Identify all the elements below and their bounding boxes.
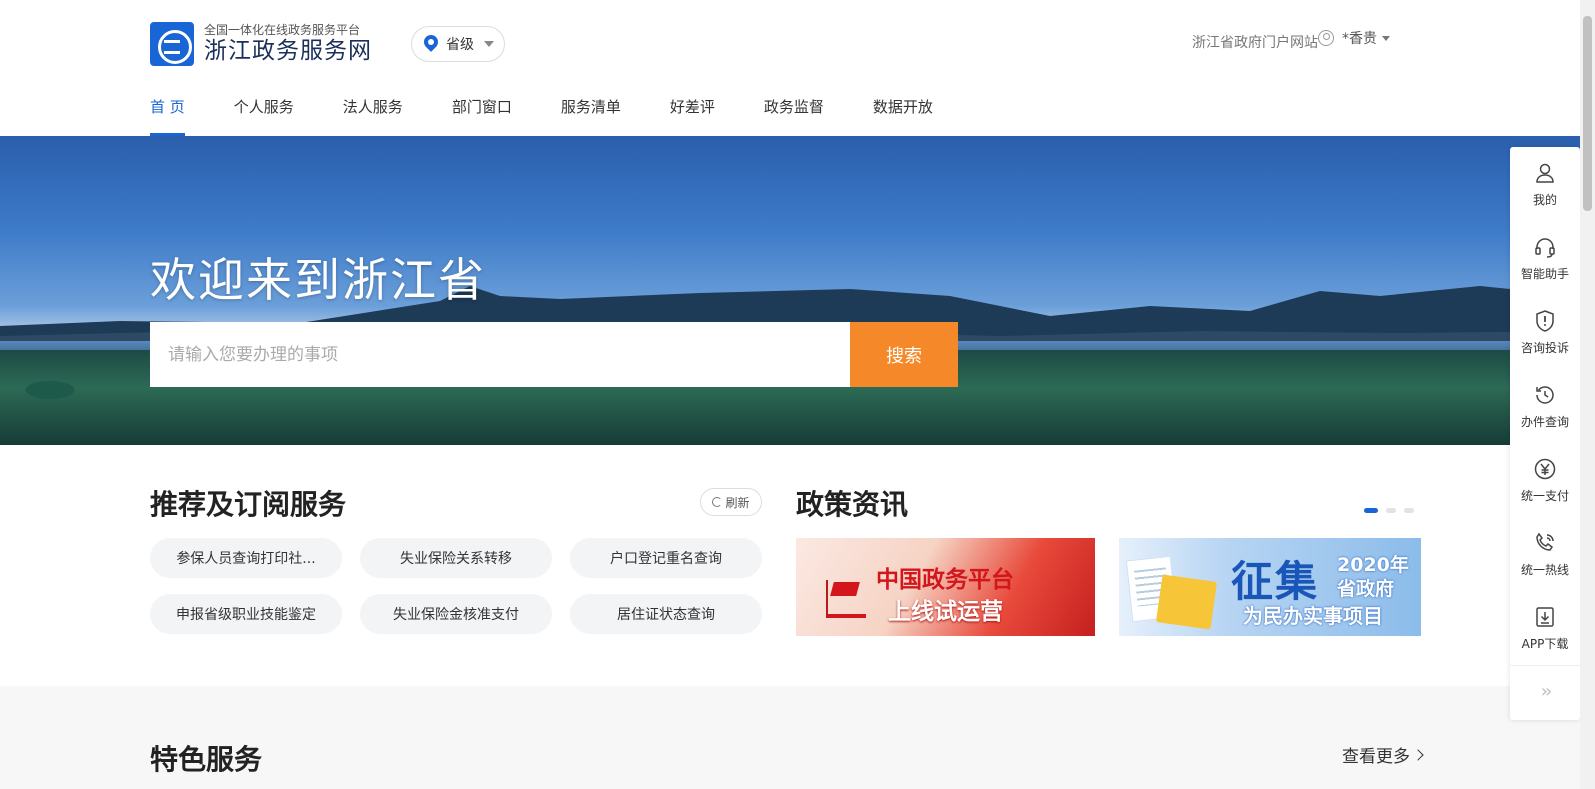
carousel-dot-1[interactable]	[1364, 508, 1378, 513]
user-icon	[1536, 163, 1554, 183]
service-chip[interactable]: 失业保险关系转移	[360, 538, 552, 578]
region-level-select[interactable]: 省级	[411, 26, 505, 62]
view-more-label: 查看更多	[1342, 747, 1410, 767]
news-card-1-line1: 中国政务平台	[876, 567, 1014, 593]
recommend-section-title: 推荐及订阅服务	[150, 488, 347, 521]
policy-section-title: 政策资讯	[796, 488, 909, 521]
toolbar-item-label: 统一支付	[1520, 488, 1569, 503]
nav-item-rating[interactable]: 好差评	[670, 96, 715, 136]
refresh-icon	[712, 497, 723, 507]
right-toolbar: 我的 智能助手 咨询投诉 办件查询 统一支付 统一热线 APP下载 ››	[1510, 147, 1580, 720]
username[interactable]: *香贵	[1342, 28, 1377, 48]
toolbar-item-label: 统一热线	[1520, 562, 1569, 577]
nav-item-supervision[interactable]: 政务监督	[764, 96, 824, 136]
header: 全国一体化在线政务服务平台 浙江政务服务网 省级 浙江省政府门户网站 *香贵 首…	[0, 0, 1580, 136]
history-icon	[1536, 385, 1554, 404]
toolbar-item-app-download[interactable]: APP下载	[1510, 591, 1580, 665]
page-scrollbar[interactable]	[1580, 0, 1595, 789]
service-chip[interactable]: 户口登记重名查询	[570, 538, 762, 578]
news-card-2-sub: 为民办实事项目	[1243, 604, 1383, 628]
news-card-2-gov: 省政府	[1337, 578, 1395, 600]
toolbar-collapse-button[interactable]: ››	[1510, 665, 1580, 717]
carousel-dot-3[interactable]	[1404, 508, 1414, 513]
double-chevron-right-icon: ››	[1540, 681, 1553, 702]
toolbar-item-payment[interactable]: 统一支付	[1510, 443, 1580, 517]
nav-item-legal-entity[interactable]: 法人服务	[343, 96, 403, 136]
toolbar-item-label: 咨询投诉	[1520, 340, 1569, 355]
scrollbar-thumb[interactable]	[1583, 16, 1592, 211]
logo-mark-icon	[150, 22, 194, 66]
toolbar-item-label: 我的	[1532, 192, 1557, 207]
toolbar-item-label: 办件查询	[1520, 414, 1569, 429]
search-button[interactable]: 搜索	[850, 322, 958, 387]
welcome-heading: 欢迎来到浙江省	[150, 253, 486, 307]
service-chip[interactable]: 居住证状态查询	[570, 594, 762, 634]
toolbar-item-complaint[interactable]: 咨询投诉	[1510, 295, 1580, 369]
service-chip[interactable]: 失业保险金核准支付	[360, 594, 552, 634]
logo-subtitle: 全国一体化在线政务服务平台	[204, 23, 361, 37]
toolbar-item-hotline[interactable]: 统一热线	[1510, 517, 1580, 591]
carousel-dot-2[interactable]	[1386, 508, 1396, 513]
logo-title: 浙江政务服务网	[204, 38, 372, 64]
portal-link[interactable]: 浙江省政府门户网站	[1192, 32, 1318, 52]
policy-news-card-1[interactable]: 中国政务平台 上线试运营	[796, 538, 1095, 636]
region-level-value: 省级	[446, 37, 474, 53]
site-logo[interactable]: 全国一体化在线政务服务平台 浙江政务服务网	[150, 22, 372, 66]
main-nav: 首 页 个人服务 法人服务 部门窗口 服务清单 好差评 政务监督 数据开放	[150, 96, 982, 136]
yuan-icon	[1534, 458, 1556, 479]
features-section-title: 特色服务	[150, 743, 263, 776]
top-right-links: 浙江省政府门户网站 *香贵	[1192, 28, 1390, 56]
toolbar-item-assistant[interactable]: 智能助手	[1510, 221, 1580, 295]
refresh-button[interactable]: 刷新	[700, 488, 762, 516]
toolbar-item-label: 智能助手	[1520, 266, 1569, 281]
phone-icon	[1536, 532, 1554, 551]
policy-news-card-2[interactable]: 征集 2020年 省政府 为民办实事项目	[1119, 538, 1421, 636]
nav-item-personal[interactable]: 个人服务	[234, 96, 294, 136]
flag-icon	[826, 578, 866, 618]
toolbar-item-label: APP下载	[1521, 636, 1569, 651]
nav-item-service-list[interactable]: 服务清单	[561, 96, 621, 136]
nav-item-open-data[interactable]: 数据开放	[873, 96, 933, 136]
toolbar-item-case-query[interactable]: 办件查询	[1510, 369, 1580, 443]
carousel-indicators	[1364, 508, 1422, 513]
service-chip[interactable]: 申报省级职业技能鉴定	[150, 594, 342, 634]
logo-text: 全国一体化在线政务服务平台 浙江政务服务网	[204, 23, 372, 65]
location-pin-icon	[424, 35, 438, 53]
chevron-right-icon	[1412, 748, 1424, 761]
features-section: 特色服务 查看更多	[0, 686, 1580, 789]
view-more-link[interactable]: 查看更多	[1342, 742, 1424, 767]
search-input[interactable]	[150, 322, 850, 387]
headset-icon	[1535, 237, 1555, 258]
service-chip[interactable]: 参保人员查询打印社...	[150, 538, 342, 578]
toolbar-item-mine[interactable]: 我的	[1510, 147, 1580, 221]
folder-icon	[1155, 574, 1218, 630]
user-circle-icon	[1318, 30, 1334, 46]
chevron-down-icon	[484, 41, 494, 47]
news-card-1-line2: 上线试运营	[888, 599, 1003, 625]
refresh-label: 刷新	[725, 495, 750, 510]
nav-item-departments[interactable]: 部门窗口	[452, 96, 512, 136]
nav-item-home[interactable]: 首 页	[150, 96, 185, 136]
news-card-2-year: 2020年	[1337, 554, 1409, 576]
user-menu-chevron-icon[interactable]	[1382, 35, 1390, 41]
page: 全国一体化在线政务服务平台 浙江政务服务网 省级 浙江省政府门户网站 *香贵 首…	[0, 0, 1595, 789]
shield-alert-icon	[1536, 309, 1554, 332]
recommended-services: 参保人员查询打印社... 失业保险关系转移 户口登记重名查询 申报省级职业技能鉴…	[150, 538, 762, 634]
hero-banner: 欢迎来到浙江省 搜索	[0, 136, 1580, 445]
search-bar: 搜索	[150, 322, 958, 387]
download-icon	[1536, 606, 1554, 627]
